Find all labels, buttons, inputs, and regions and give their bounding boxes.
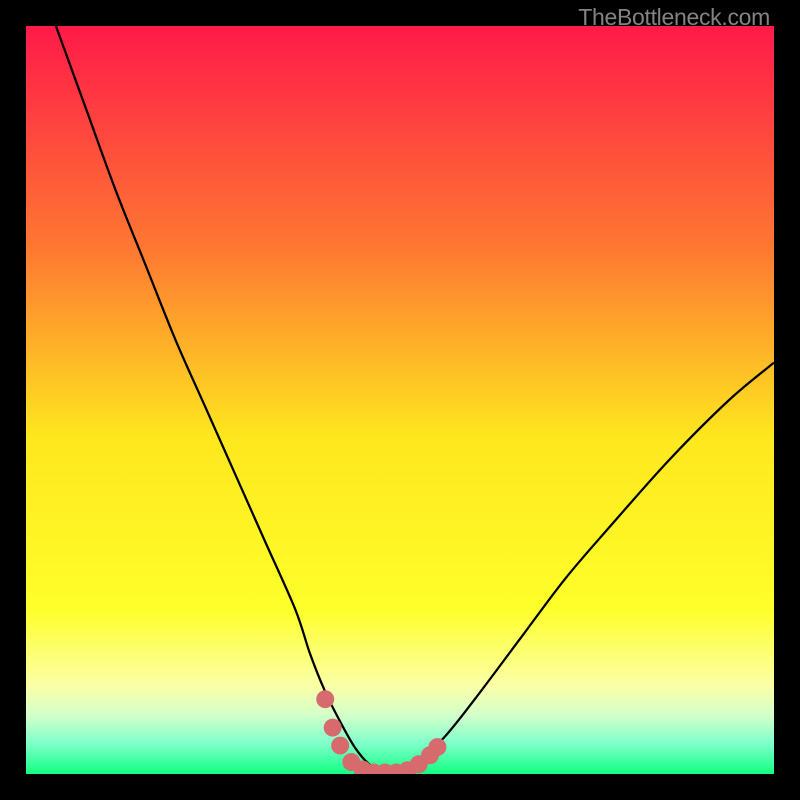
chart-canvas <box>26 26 774 774</box>
bottleneck-chart <box>26 26 774 774</box>
marker-dot <box>316 690 334 708</box>
heatmap-background <box>26 26 774 774</box>
marker-dot <box>324 719 342 737</box>
marker-dot <box>331 737 349 755</box>
marker-dot <box>428 738 446 756</box>
watermark-text: TheBottleneck.com <box>578 4 770 31</box>
